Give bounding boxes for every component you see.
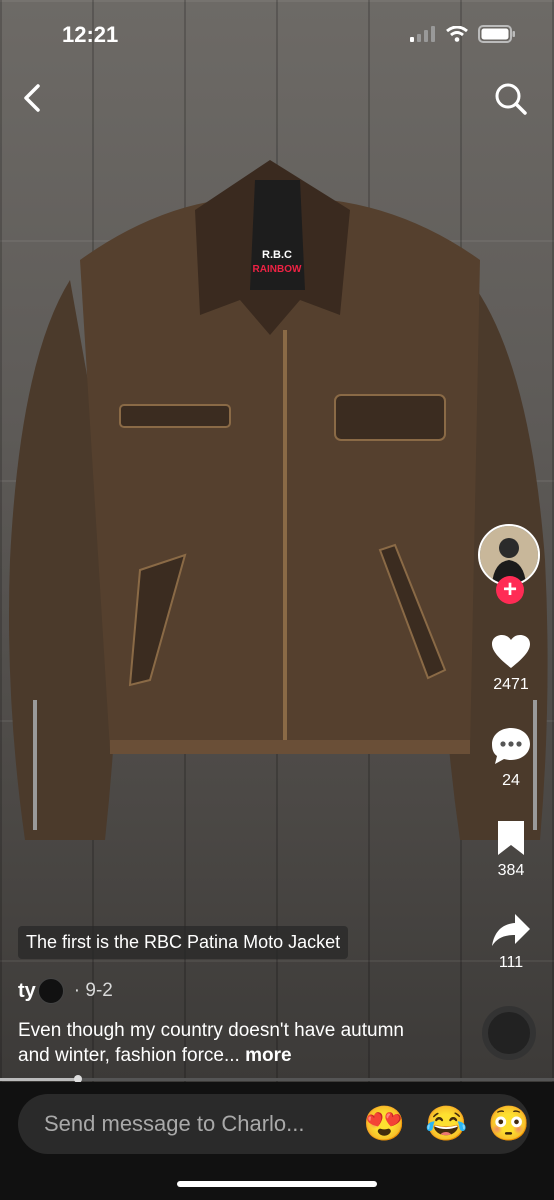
progress-fill [0, 1078, 78, 1081]
battery-icon [478, 25, 515, 43]
status-time: 12:21 [62, 22, 119, 47]
comment-icon [492, 728, 530, 764]
description-text: Even though my country doesn't have autu… [18, 1020, 404, 1066]
like-count: 2471 [493, 676, 529, 693]
message-bar[interactable]: Send message to Charlo... 😍 😂 😳 [18, 1094, 530, 1154]
bottom-bar: Send message to Charlo... 😍 😂 😳 [0, 1082, 554, 1200]
wifi-icon [446, 26, 468, 42]
back-icon[interactable] [18, 82, 50, 114]
share-icon [492, 914, 530, 946]
video-post-screen: R.B.C RAINBOW 12:21 + 2471 24 384 111 Th… [0, 0, 554, 1200]
label-line1: R.B.C [262, 249, 292, 261]
search-icon[interactable] [494, 82, 528, 116]
label-line2: RAINBOW [253, 264, 302, 275]
jacket-image: R.B.C RAINBOW [9, 160, 548, 840]
message-input[interactable]: Send message to Charlo... [44, 1111, 343, 1137]
home-indicator [177, 1181, 377, 1187]
follow-button[interactable]: + [496, 576, 524, 604]
creator-avatar-group[interactable]: + [478, 524, 544, 604]
flushed-emoji-button[interactable]: 😳 [488, 1104, 530, 1144]
share-button[interactable]: 111 [482, 912, 540, 972]
caption-tag: The first is the RBC Patina Moto Jacket [18, 926, 349, 959]
like-button[interactable]: 2471 [482, 634, 540, 694]
save-button[interactable]: 384 [482, 820, 540, 880]
author-emoji-avatar [37, 978, 64, 1004]
status-icons [410, 25, 516, 43]
comment-count: 24 [502, 772, 520, 789]
author-name[interactable]: ty [18, 980, 36, 1003]
bookmark-icon [498, 821, 524, 855]
laughing-emoji-button[interactable]: 😂 [425, 1104, 467, 1144]
signal-icon [410, 26, 435, 42]
comment-button[interactable]: 24 [482, 726, 540, 790]
share-count: 111 [498, 954, 524, 971]
music-disc-icon[interactable] [482, 1006, 536, 1060]
heart-eyes-emoji-button[interactable]: 😍 [363, 1104, 405, 1144]
save-count: 384 [497, 862, 525, 879]
video-progress-bar[interactable] [0, 1075, 554, 1083]
heart-icon [492, 635, 530, 668]
author-row[interactable]: ty · 9-2 [18, 978, 113, 1004]
post-description[interactable]: Even though my country doesn't have autu… [18, 1018, 438, 1068]
more-link[interactable]: more [245, 1045, 291, 1066]
post-date: · 9-2 [73, 980, 113, 1001]
post-photo[interactable]: R.B.C RAINBOW [0, 0, 554, 1085]
